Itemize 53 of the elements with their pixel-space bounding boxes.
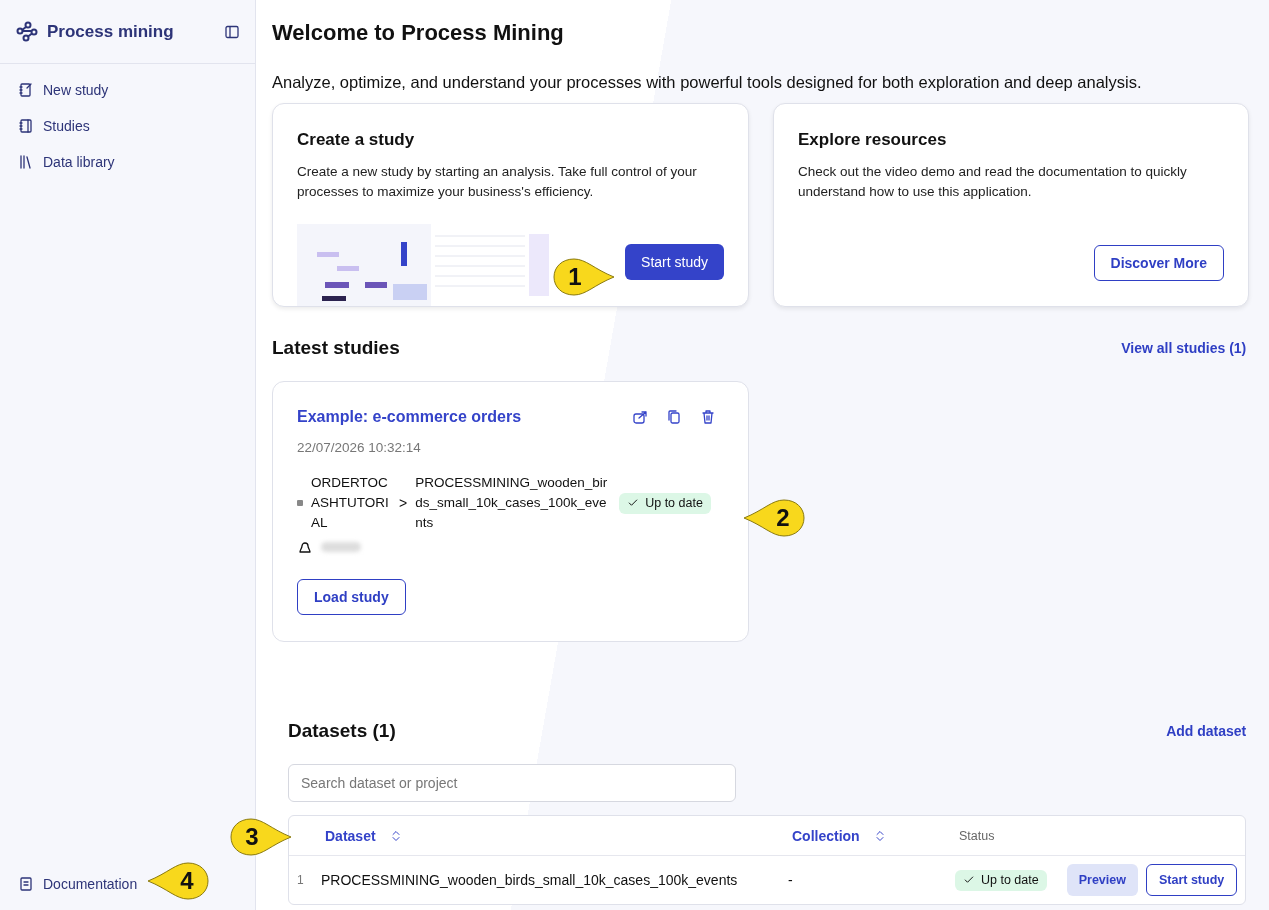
sort-icon <box>873 829 886 842</box>
redacted-name <box>321 542 361 552</box>
card-title: Explore resources <box>798 130 948 150</box>
nav-item[interactable]: Data library <box>0 144 255 180</box>
check-icon <box>627 497 640 509</box>
table-cell-text: PROCESSMINING_wooden_birds_small_10k_cases_100k_events <box>321 872 739 888</box>
app-name: Process mining <box>47 21 175 42</box>
search-field[interactable]: Search dataset or project <box>288 764 736 802</box>
column-header[interactable]: Collection <box>788 827 955 844</box>
documentation-link[interactable]: Documentation <box>0 866 142 902</box>
callout-marker: 2 <box>742 498 806 538</box>
share-icon <box>632 409 648 425</box>
study-title-link[interactable]: Example: e-commerce orders <box>297 408 522 426</box>
status-badge: Up to date <box>619 492 711 514</box>
row-number: 1 <box>296 873 305 887</box>
column-header[interactable]: Dataset <box>321 827 788 844</box>
status-badge: Up to date <box>955 869 1047 891</box>
sort-icon <box>389 829 402 842</box>
callout-marker: 3 <box>229 817 293 857</box>
nav-item[interactable]: New study <box>0 72 255 108</box>
section-heading: Datasets (1) <box>288 720 396 742</box>
section-heading: Latest studies <box>272 337 400 359</box>
card-text: Create a new study by starting an analysis. Take full control of your processes to maximize your business's efficiency. <box>297 163 698 201</box>
copy-icon <box>666 409 682 425</box>
page-subtitle: Analyze, optimize, and understand your processes with powerful tools designed for both exploration and deep analysis. <box>272 72 1143 92</box>
trash-icon <box>700 409 716 425</box>
table-cell-text: - <box>788 872 794 888</box>
database-icon <box>297 500 303 506</box>
start-study-button[interactable]: Start study <box>1145 864 1238 896</box>
nav-item[interactable]: Studies <box>0 108 255 144</box>
document-icon <box>18 876 34 892</box>
process-graph-logo <box>16 20 38 43</box>
dataset-name: PROCESSMINING_wooden_birds_small_10k_cases_100k_events <box>415 474 609 532</box>
notebook-pen-icon <box>18 82 34 98</box>
page-title: Welcome to Process Mining <box>272 20 565 46</box>
library-icon <box>18 154 34 170</box>
study-date: 22/07/2026 10:32:14 <box>297 440 422 455</box>
collection-name: ORDERTOCASHTUTORIAL <box>311 474 390 532</box>
check-icon <box>963 874 975 886</box>
add-dataset-link[interactable]: Add dataset <box>1166 723 1247 739</box>
column-header: Status <box>958 828 996 843</box>
load-study-button[interactable]: Load study <box>297 579 406 615</box>
path-separator: > <box>399 494 408 513</box>
card-title: Create a study <box>297 130 416 150</box>
preview-button[interactable]: Preview <box>1066 864 1138 896</box>
callout-marker: 1 <box>552 257 616 297</box>
start-study-button[interactable]: Start study <box>625 244 724 280</box>
notebook-icon <box>18 118 34 134</box>
callout-marker: 4 <box>146 861 210 901</box>
card-text: Check out the video demo and read the documentation to quickly understand how to use this application. <box>798 163 1188 201</box>
discover-more-button[interactable]: Discover More <box>1093 245 1224 281</box>
view-all-studies-link[interactable]: View all studies (1) <box>1121 340 1247 356</box>
sidebar-toggle-icon <box>224 23 240 40</box>
